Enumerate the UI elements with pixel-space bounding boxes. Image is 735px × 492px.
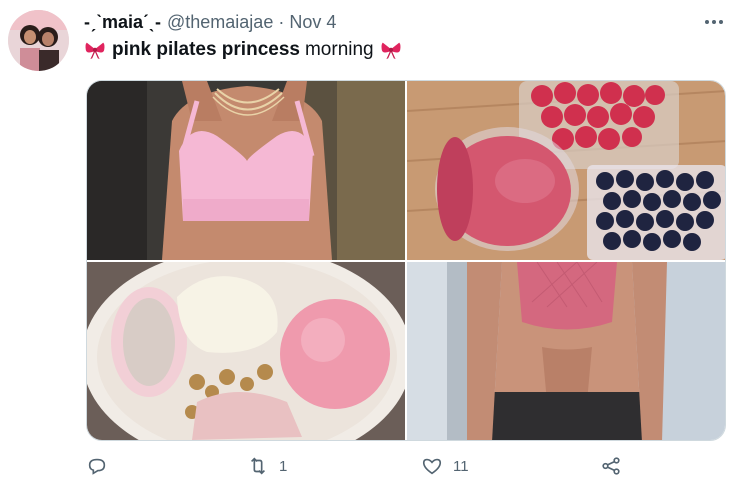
heart-icon <box>422 458 442 475</box>
ribbon-bow-icon <box>381 42 401 60</box>
more-options-icon[interactable] <box>700 12 728 32</box>
tweet-header: -ˏˋmaiaˊˎ- @themaiajae · Nov 4 <box>84 12 336 33</box>
reply-icon <box>88 458 106 475</box>
avatar[interactable] <box>8 10 69 71</box>
reply-button[interactable] <box>86 455 118 477</box>
berry-smoothie-photo[interactable] <box>407 81 725 260</box>
tweet-text-normal: morning <box>304 39 374 60</box>
share-button[interactable] <box>600 455 622 477</box>
tweet-actions: 1 11 <box>84 455 644 483</box>
retweet-count: 1 <box>279 457 288 475</box>
ribbon-bow-icon <box>85 42 105 60</box>
tweet-text: pink pilates princess morning <box>84 39 402 61</box>
pink-workout-top-photo[interactable] <box>407 262 725 440</box>
like-button[interactable]: 11 <box>421 455 469 477</box>
mochi-ice-cream-photo[interactable] <box>87 262 405 440</box>
tweet-date[interactable]: Nov 4 <box>289 12 336 33</box>
like-count: 11 <box>453 457 469 475</box>
media-grid <box>86 80 726 441</box>
separator-dot: · <box>278 12 285 32</box>
retweet-icon <box>250 457 266 475</box>
share-icon <box>602 457 620 475</box>
display-name[interactable]: -ˏˋmaiaˊˎ- <box>84 12 161 33</box>
retweet-button[interactable]: 1 <box>247 455 287 477</box>
user-handle[interactable]: @themaiajae <box>167 12 273 33</box>
tweet-text-bold: pink pilates princess <box>112 39 300 60</box>
pink-sports-bra-photo[interactable] <box>87 81 405 260</box>
